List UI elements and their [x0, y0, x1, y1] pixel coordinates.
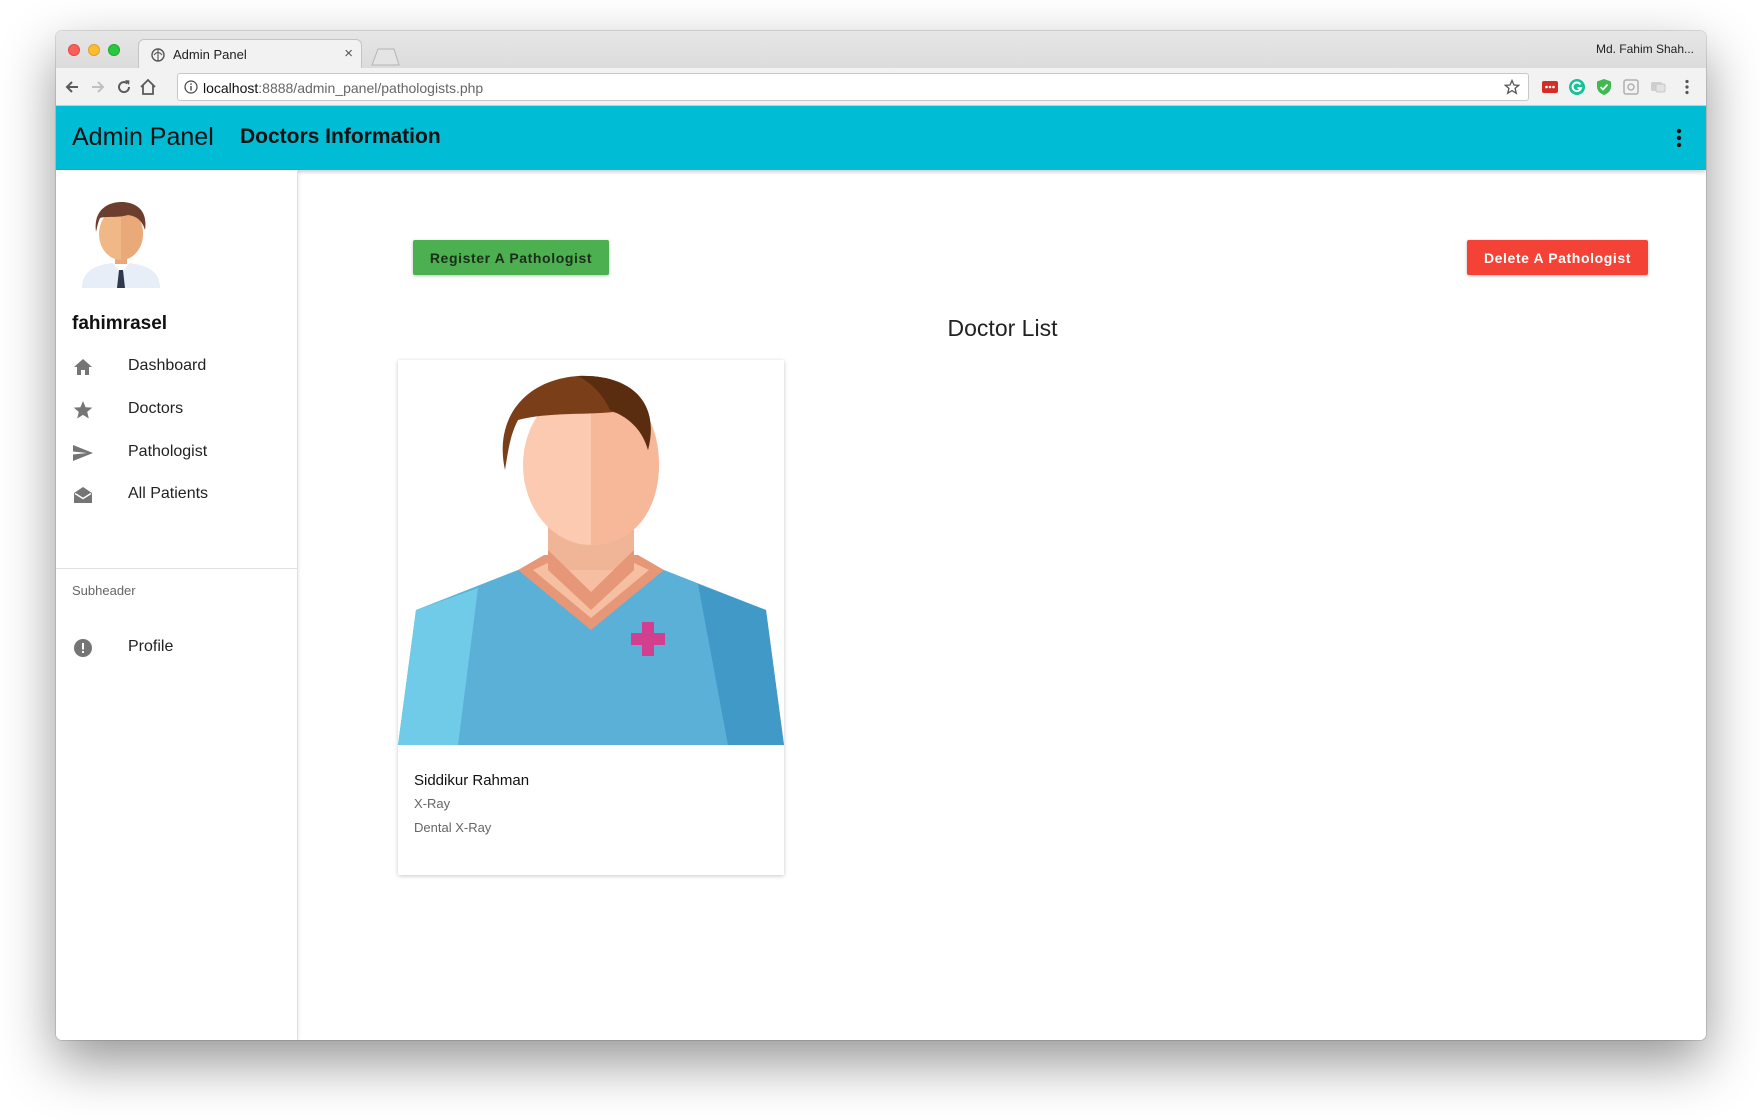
tab-title: Admin Panel: [173, 47, 247, 62]
star-icon: [73, 401, 93, 419]
sidebar-item-doctors[interactable]: Doctors: [56, 386, 297, 432]
doctor-card[interactable]: Siddikur Rahman X-Ray Dental X-Ray: [398, 360, 784, 875]
address-bar[interactable]: localhost:8888/admin_panel/pathologists.…: [177, 73, 1529, 101]
mail-open-icon: [74, 487, 92, 503]
app-title[interactable]: Admin Panel: [72, 123, 214, 152]
url-path: :8888/admin_panel/pathologists.php: [258, 80, 484, 96]
doctor-avatar-image: [398, 360, 784, 745]
more-vert-icon[interactable]: [1676, 128, 1682, 148]
grammarly-extension-icon[interactable]: [1568, 78, 1586, 96]
new-tab-button[interactable]: [370, 47, 400, 67]
browser-menu-icon[interactable]: [1678, 78, 1696, 96]
register-pathologist-button[interactable]: Register A Pathologist: [413, 240, 609, 275]
alert-circle-icon: [74, 639, 92, 657]
browser-window: Admin Panel × Md. Fahim Shah... localhos…: [56, 31, 1706, 1040]
browser-profile-name[interactable]: Md. Fahim Shah...: [1596, 42, 1694, 56]
username: fahimrasel: [72, 313, 168, 334]
doctor-department: X-Ray: [414, 796, 451, 811]
section-title: Doctor List: [947, 315, 1058, 341]
page-title: Doctors Information: [240, 125, 441, 148]
lastpass-extension-icon[interactable]: [1541, 78, 1559, 96]
info-icon[interactable]: [184, 80, 198, 94]
send-icon: [73, 445, 93, 461]
cast-extension-icon[interactable]: [1649, 78, 1667, 96]
browser-titlebar: Admin Panel × Md. Fahim Shah...: [56, 31, 1706, 69]
doctor-specialty: Dental X-Ray: [414, 820, 492, 835]
sidebar-item-pathologist[interactable]: Pathologist: [56, 429, 297, 475]
bookmark-star-icon[interactable]: [1504, 79, 1520, 95]
grid-extension-icon[interactable]: [1622, 78, 1640, 96]
url-text[interactable]: localhost:8888/admin_panel/pathologists.…: [203, 80, 483, 96]
doctor-name: Siddikur Rahman: [414, 772, 530, 789]
avatar: [82, 202, 160, 288]
tab-close-button[interactable]: ×: [344, 45, 353, 62]
sidebar-item-label: Pathologist: [128, 443, 208, 460]
home-browser-icon[interactable]: [138, 77, 158, 97]
delete-pathologist-button[interactable]: Delete A Pathologist: [1467, 240, 1648, 275]
globe-icon: [151, 48, 165, 62]
close-window-button[interactable]: [68, 44, 80, 56]
sidebar: fahimrasel Dashboard Doctors Pathologist: [56, 170, 298, 1040]
sidebar-item-label: All Patients: [128, 485, 209, 502]
forward-arrow-icon[interactable]: [88, 77, 108, 97]
reload-icon[interactable]: [114, 77, 134, 97]
sidebar-item-dashboard[interactable]: Dashboard: [56, 343, 297, 389]
sidebar-item-label: Dashboard: [128, 357, 207, 374]
sidebar-subheader: Subheader: [72, 583, 136, 598]
home-icon: [74, 359, 92, 375]
main-content: Register A Pathologist Delete A Patholog…: [299, 170, 1706, 1040]
sidebar-item-label: Profile: [128, 638, 174, 655]
app-bar: Admin Panel Doctors Information: [56, 106, 1706, 170]
sidebar-item-profile[interactable]: Profile: [56, 624, 297, 670]
shield-extension-icon[interactable]: [1595, 78, 1613, 96]
browser-toolbar: localhost:8888/admin_panel/pathologists.…: [56, 68, 1706, 106]
sidebar-item-label: Doctors: [128, 400, 184, 417]
url-host: localhost: [203, 80, 259, 96]
sidebar-divider: [56, 568, 297, 569]
minimize-window-button[interactable]: [88, 44, 100, 56]
sidebar-item-all-patients[interactable]: All Patients: [56, 471, 297, 517]
maximize-window-button[interactable]: [108, 44, 120, 56]
browser-tab[interactable]: Admin Panel ×: [138, 39, 362, 69]
back-arrow-icon[interactable]: [62, 77, 82, 97]
